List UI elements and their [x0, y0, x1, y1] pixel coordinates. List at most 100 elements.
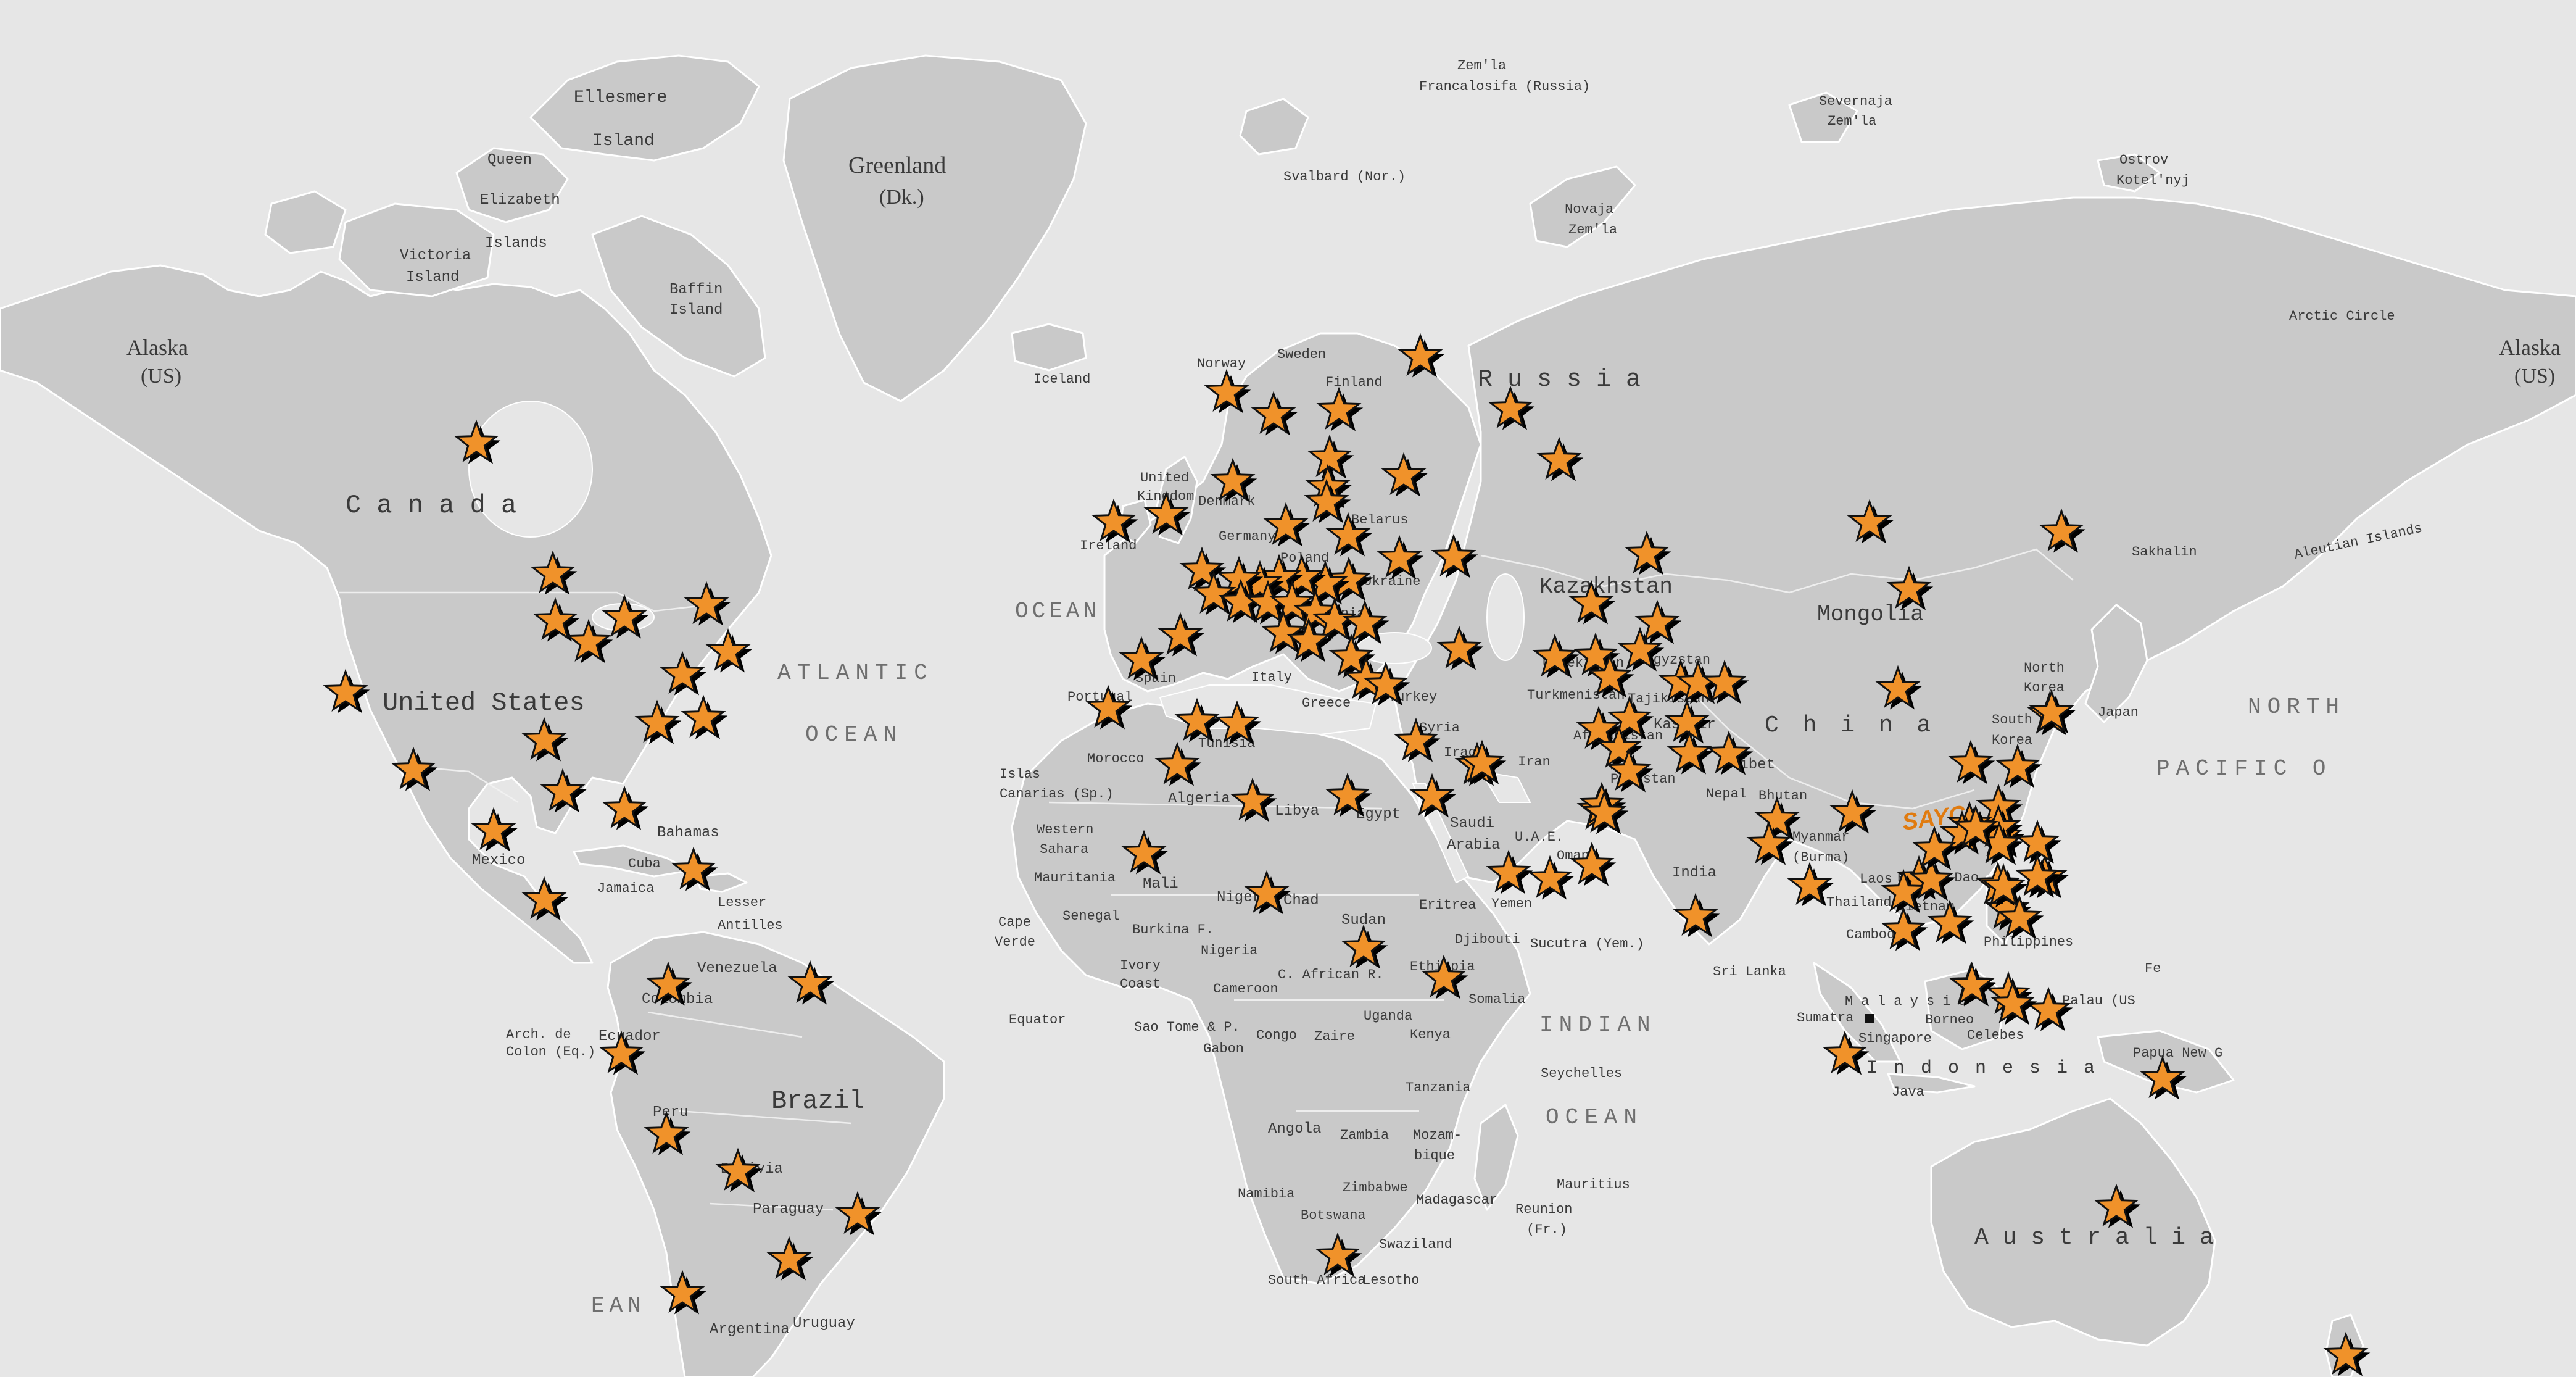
australia-landmass — [1930, 1097, 2216, 1347]
label-islands: Islands — [485, 235, 547, 252]
label-greece: Greece — [1302, 696, 1351, 711]
label-severnaja-zemla: Zem'la — [1828, 114, 1876, 129]
label-mozambique2: bique — [1414, 1148, 1455, 1163]
label-myanmar: Myanmar — [1792, 830, 1849, 845]
label-arabia: Arabia — [1447, 837, 1500, 854]
label-alaska-right-us: (US) — [2514, 365, 2555, 388]
label-reunion2: (Fr.) — [1526, 1222, 1567, 1238]
label-mauritius: Mauritius — [1557, 1177, 1630, 1192]
label-argentina: Argentina — [710, 1321, 790, 1338]
label-chad: Chad — [1283, 892, 1319, 909]
label-western-sahara2: Sahara — [1040, 842, 1088, 857]
label-burkina: Burkina F. — [1132, 922, 1214, 938]
label-indian-ocean: OCEAN — [1546, 1105, 1643, 1130]
label-atlantic-ocean: OCEAN — [805, 722, 903, 747]
label-sweden: Sweden — [1277, 347, 1326, 362]
label-ocean-left: OCEAN — [1015, 599, 1100, 624]
label-antilles: Antilles — [718, 918, 783, 933]
label-finland: Finland — [1325, 375, 1382, 390]
label-greenland: Greenland — [848, 152, 946, 178]
label-pacific-ocean: PACIFIC O — [2156, 756, 2332, 781]
label-laos: Laos — [1860, 872, 1892, 887]
label-queen: Queen — [487, 152, 532, 168]
label-arch-colon2: Colon (Eq.) — [506, 1044, 595, 1060]
label-mali: Mali — [1143, 876, 1178, 892]
label-reunion: Reunion — [1515, 1202, 1572, 1217]
label-indian: INDIAN — [1539, 1012, 1657, 1038]
label-mauritania: Mauritania — [1034, 870, 1116, 886]
label-cape-verde2: Verde — [995, 934, 1035, 950]
label-iran: Iran — [1518, 754, 1551, 770]
label-tanzania: Tanzania — [1406, 1080, 1471, 1096]
label-victoria-island: Island — [406, 269, 459, 286]
label-yemen: Yemen — [1491, 896, 1532, 912]
label-zambia: Zambia — [1340, 1128, 1389, 1143]
label-philippines: Philippines — [1984, 934, 2073, 950]
location-star-icon — [681, 694, 728, 739]
label-arctic-circle: Arctic Circle — [2289, 309, 2395, 324]
label-arch-colon: Arch. de — [506, 1027, 571, 1042]
label-india: India — [1672, 865, 1717, 881]
label-cuba: Cuba — [628, 856, 661, 872]
label-car: C. African R. — [1278, 967, 1384, 983]
label-libya: Libya — [1275, 803, 1319, 820]
iceland-landmass — [1011, 323, 1087, 372]
label-congo: Congo — [1256, 1028, 1297, 1043]
label-angola: Angola — [1268, 1121, 1321, 1138]
label-kotelnyj: Kotel'nyj — [2116, 173, 2190, 188]
label-ostrov: Ostrov — [2119, 152, 2168, 168]
label-alaska-right: Alaska — [2499, 335, 2561, 360]
label-cape-verde: Cape — [998, 915, 1031, 930]
label-south-korea2: Korea — [1992, 733, 2032, 748]
label-celebes: Celebes — [1967, 1028, 2024, 1043]
label-jamaica: Jamaica — [597, 881, 654, 896]
label-mongolia: Mongolia — [1817, 602, 1924, 627]
label-germany: Germany — [1219, 529, 1275, 544]
label-borneo: Borneo — [1925, 1012, 1974, 1028]
label-north-korea2: Korea — [2024, 680, 2065, 696]
label-cameroon: Cameroon — [1213, 981, 1278, 997]
label-morocco: Morocco — [1087, 751, 1144, 767]
label-nepal: Nepal — [1706, 786, 1747, 802]
location-star-icon — [2015, 819, 2062, 864]
svalbard-landmass — [1239, 98, 1309, 156]
label-gabon: Gabon — [1203, 1041, 1244, 1057]
map-canvas: Ellesmere Island Queen Elizabeth Islands… — [0, 54, 2576, 1377]
label-novaja-zemla: Zem'la — [1568, 222, 1617, 238]
label-baffin-island: Island — [669, 302, 723, 318]
label-uae: U.A.E. — [1515, 830, 1563, 845]
label-coast: Coast — [1120, 976, 1161, 992]
label-south-korea: South — [1992, 712, 2032, 728]
label-paraguay: Paraguay — [753, 1201, 824, 1218]
label-iceland: Iceland — [1033, 372, 1090, 387]
label-kenya: Kenya — [1410, 1027, 1451, 1042]
label-mexico: Mexico — [472, 852, 525, 869]
label-united-kingdom: United — [1140, 470, 1189, 486]
label-syria: Syria — [1419, 720, 1460, 736]
label-sakhalin: Sakhalin — [2132, 544, 2197, 560]
label-myanmar2: (Burma) — [1792, 850, 1849, 865]
label-swaziland: Swaziland — [1379, 1237, 1452, 1252]
label-botswana: Botswana — [1301, 1208, 1366, 1223]
label-zaire: Zaire — [1314, 1029, 1355, 1044]
label-bhutan: Bhutan — [1758, 788, 1807, 804]
label-brazil: Brazil — [771, 1086, 864, 1116]
label-uganda: Uganda — [1364, 1009, 1412, 1024]
label-equator: Equator — [1009, 1012, 1066, 1028]
caspian-sea — [1486, 573, 1525, 661]
label-islas-canarias: Islas — [1000, 767, 1040, 782]
label-somalia: Somalia — [1468, 992, 1525, 1007]
label-seychelles: Seychelles — [1541, 1066, 1622, 1081]
label-russia: R u s s i a — [1478, 366, 1641, 394]
label-mozambique: Mozam- — [1413, 1128, 1462, 1143]
label-eritrea: Eritrea — [1419, 897, 1476, 913]
world-map: Ellesmere Island Queen Elizabeth Islands… — [0, 0, 2576, 1377]
label-severnaja: Severnaja — [1819, 94, 1892, 109]
label-kazakhstan: Kazakhstan — [1539, 574, 1673, 599]
label-zemla-top: Zem'la — [1457, 58, 1506, 73]
label-united-states: United States — [383, 688, 585, 718]
label-islas-canarias2: Canarias (Sp.) — [1000, 786, 1114, 802]
label-svalbard: Svalbard (Nor.) — [1283, 169, 1406, 185]
label-algeria: Algeria — [1168, 791, 1230, 807]
label-china: C h i n a — [1765, 712, 1936, 739]
